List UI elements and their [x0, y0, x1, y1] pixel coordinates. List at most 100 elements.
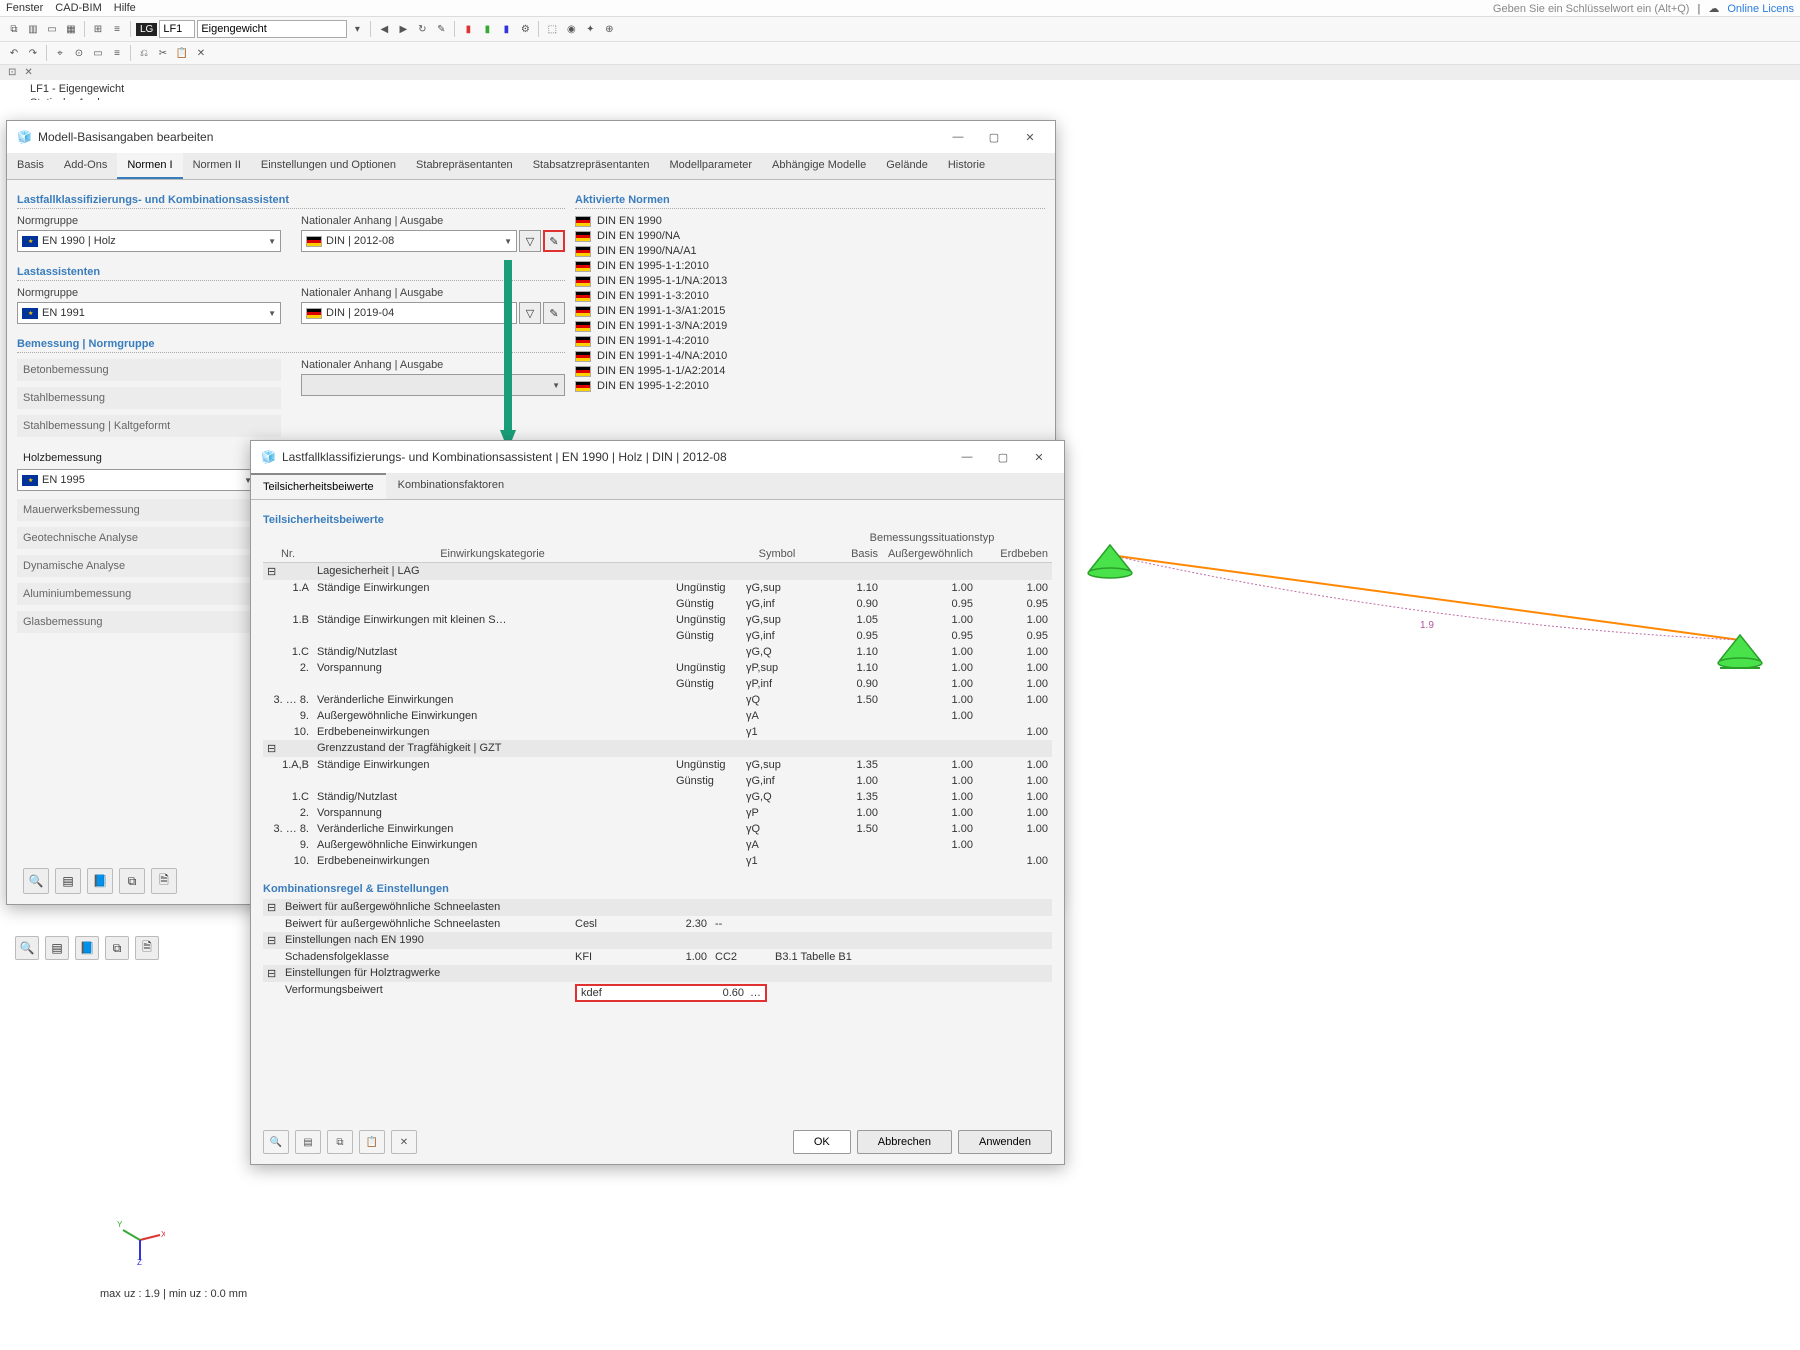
toolbar-icon[interactable]: ◉: [563, 21, 579, 37]
dialog1-tab[interactable]: Historie: [938, 153, 995, 179]
load-case-selector[interactable]: LG ▾: [136, 20, 365, 38]
dialog1-titlebar[interactable]: 🧊 Modell-Basisangaben bearbeiten — ▢ ✕: [7, 121, 1055, 153]
list-icon[interactable]: ▤: [45, 936, 69, 960]
toolbar-icon[interactable]: ↷: [25, 45, 41, 61]
edit-button[interactable]: ✎: [543, 302, 565, 324]
combo-din2019[interactable]: DIN | 2019-04 ▼: [301, 302, 517, 324]
cell-val[interactable]: 2.30: [641, 916, 711, 932]
norm-item[interactable]: DIN EN 1991-1-4:2010: [575, 335, 1045, 347]
list-icon[interactable]: ▤: [295, 1130, 321, 1154]
list-icon[interactable]: ▤: [55, 868, 81, 894]
table-row[interactable]: GünstigγG,inf0.950.950.95: [263, 628, 1052, 644]
toolbar-icon[interactable]: ▶: [395, 21, 411, 37]
group-snow[interactable]: Beiwert für außergewöhnliche Schneelaste…: [281, 899, 1052, 916]
caret-down-icon[interactable]: ▾: [349, 21, 365, 37]
norm-item[interactable]: DIN EN 1991-1-4/NA:2010: [575, 350, 1045, 362]
toolbar-icon[interactable]: ✂: [155, 45, 171, 61]
cell-cc[interactable]: CC2: [711, 949, 771, 965]
toolbar-icon[interactable]: ⧉: [6, 21, 22, 37]
kdef-highlight[interactable]: kdef 0.60 …: [575, 984, 767, 1002]
doc-icon[interactable]: 🗎: [151, 868, 177, 894]
table-group[interactable]: ⊟Lagesicherheit | LAG: [263, 563, 1052, 581]
combo-din2012[interactable]: DIN | 2012-08 ▼: [301, 230, 517, 252]
table-row[interactable]: 9.Außergewöhnliche EinwirkungenγA1.00: [263, 708, 1052, 724]
close-button[interactable]: ✕: [1015, 127, 1045, 147]
table-row[interactable]: 10.Erdbebeneinwirkungenγ11.00: [263, 853, 1052, 869]
toolbar-icon[interactable]: ⊙: [71, 45, 87, 61]
table-row[interactable]: 9.Außergewöhnliche EinwirkungenγA1.00: [263, 837, 1052, 853]
toolbar-icon[interactable]: ⊕: [601, 21, 617, 37]
combo-en1990[interactable]: EN 1990 | Holz ▼: [17, 230, 281, 252]
dialog1-tab[interactable]: Normen I: [117, 153, 182, 179]
dialog1-tab[interactable]: Normen II: [183, 153, 251, 179]
close-icon[interactable]: ✕: [24, 67, 32, 78]
tab-kombination[interactable]: Kombinationsfaktoren: [386, 473, 516, 499]
table-row[interactable]: 1.A,BStändige EinwirkungenUngünstigγG,su…: [263, 757, 1052, 773]
table-row[interactable]: 2.VorspannungγP1.001.001.00: [263, 805, 1052, 821]
maximize-button[interactable]: ▢: [979, 127, 1009, 147]
toolbar-icon[interactable]: ▭: [44, 21, 60, 37]
ok-button[interactable]: OK: [793, 1130, 851, 1154]
design-category[interactable]: Betonbemessung: [17, 359, 281, 381]
table-row[interactable]: 1.CStändig/NutzlastγG,Q1.351.001.00: [263, 789, 1052, 805]
norm-item[interactable]: DIN EN 1995-1-2:2010: [575, 380, 1045, 392]
book-icon[interactable]: 📘: [87, 868, 113, 894]
toolbar-icon[interactable]: ▭: [90, 45, 106, 61]
search-icon[interactable]: 🔍: [23, 868, 49, 894]
table-row[interactable]: 1.BStändige Einwirkungen mit kleinen S…U…: [263, 612, 1052, 628]
toolbar-icon[interactable]: ↻: [414, 21, 430, 37]
dialog1-tab[interactable]: Einstellungen und Optionen: [251, 153, 406, 179]
table-row[interactable]: 1.AStändige EinwirkungenUngünstigγG,sup1…: [263, 580, 1052, 596]
toolbar-icon[interactable]: ✦: [582, 21, 598, 37]
design-category[interactable]: Stahlbemessung | Kaltgeformt: [17, 415, 281, 437]
minimize-button[interactable]: —: [943, 127, 973, 147]
table-row[interactable]: 10.Erdbebeneinwirkungenγ11.00: [263, 724, 1052, 740]
toolbar-icon[interactable]: ≡: [109, 45, 125, 61]
dialog1-tab[interactable]: Abhängige Modelle: [762, 153, 876, 179]
lc-code-input[interactable]: [159, 20, 195, 38]
online-license[interactable]: Online Licens: [1727, 3, 1794, 15]
settings-table[interactable]: ⊟Beiwert für außergewöhnliche Schneelast…: [263, 899, 1052, 1004]
toolbar-icon[interactable]: ▥: [25, 21, 41, 37]
paste-icon[interactable]: 📋: [359, 1130, 385, 1154]
copy-icon[interactable]: ⧉: [327, 1130, 353, 1154]
group-en1990[interactable]: Einstellungen nach EN 1990: [281, 932, 1052, 949]
dialog2-tabs[interactable]: Teilsicherheitsbeiwerte Kombinationsfakt…: [251, 473, 1064, 500]
cancel-button[interactable]: Abbrechen: [857, 1130, 952, 1154]
combo-en1995[interactable]: EN 1995 ▼: [17, 469, 257, 491]
close-tab-icon[interactable]: ⊡: [8, 67, 16, 78]
filter-button[interactable]: ▽: [519, 230, 541, 252]
toolbar-icon[interactable]: ✎: [433, 21, 449, 37]
norm-item[interactable]: DIN EN 1995-1-1:2010: [575, 260, 1045, 272]
combo-en1991[interactable]: EN 1991 ▼: [17, 302, 281, 324]
lc-name-input[interactable]: [197, 20, 347, 38]
kdef-value[interactable]: 0.60: [723, 987, 744, 999]
keyword-placeholder[interactable]: Geben Sie ein Schlüsselwort ein (Alt+Q): [1493, 3, 1690, 15]
dialog1-tab[interactable]: Stabrepräsentanten: [406, 153, 523, 179]
norm-item[interactable]: DIN EN 1991-1-3/NA:2019: [575, 320, 1045, 332]
edit-norm-button[interactable]: ✎: [543, 230, 565, 252]
toolbar-icon[interactable]: 📋: [174, 45, 190, 61]
toolbar-icon[interactable]: ✕: [193, 45, 209, 61]
toolbar-icon[interactable]: ▦: [63, 21, 79, 37]
dialog2-titlebar[interactable]: 🧊 Lastfallklassifizierungs- und Kombinat…: [251, 441, 1064, 473]
doc-icon[interactable]: 🗎: [135, 936, 159, 960]
dialog1-tab[interactable]: Basis: [7, 153, 54, 179]
dialog1-tab[interactable]: Add-Ons: [54, 153, 117, 179]
table-row[interactable]: GünstigγG,inf0.900.950.95: [263, 596, 1052, 612]
search-icon[interactable]: 🔍: [15, 936, 39, 960]
toolbar-icon[interactable]: ≡: [109, 21, 125, 37]
menu-hilfe[interactable]: Hilfe: [114, 2, 136, 14]
toolbar-icon[interactable]: ⬚: [544, 21, 560, 37]
toolbar-icon[interactable]: ▮: [460, 21, 476, 37]
toolbar-icon[interactable]: ▮: [498, 21, 514, 37]
dialog1-tabs[interactable]: BasisAdd-OnsNormen INormen IIEinstellung…: [7, 153, 1055, 180]
table-row[interactable]: 2.VorspannungUngünstigγP,sup1.101.001.00: [263, 660, 1052, 676]
document-tabs[interactable]: ⊡ ✕: [0, 65, 1800, 80]
toolbar-icon[interactable]: ↶: [6, 45, 22, 61]
tab-teilsicherheit[interactable]: Teilsicherheitsbeiwerte: [251, 473, 386, 499]
table-row[interactable]: 1.CStändig/NutzlastγG,Q1.101.001.00: [263, 644, 1052, 660]
design-category[interactable]: Stahlbemessung: [17, 387, 281, 409]
book-icon[interactable]: 📘: [75, 936, 99, 960]
table-group[interactable]: ⊟Grenzzustand der Tragfähigkeit | GZT: [263, 740, 1052, 757]
